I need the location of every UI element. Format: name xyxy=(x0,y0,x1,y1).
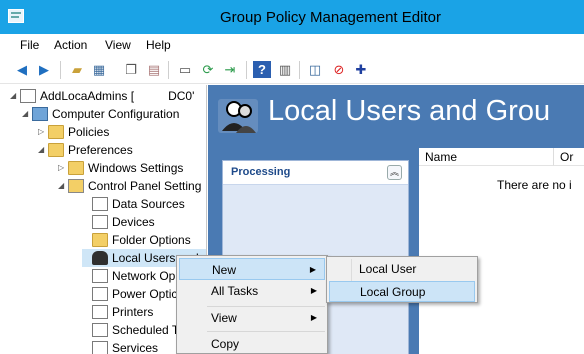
tree-node-power-options[interactable]: Power Optic xyxy=(82,285,177,303)
title-bar: Group Policy Management Editor xyxy=(0,0,584,34)
paste-icon[interactable]: ▤ xyxy=(145,61,163,78)
expander-icon[interactable]: ▷ xyxy=(58,159,68,177)
printer-icon xyxy=(92,305,108,319)
menu-file[interactable]: File xyxy=(20,38,39,52)
submenu-local-group[interactable]: Local Group xyxy=(329,281,475,302)
expander-icon[interactable]: ▷ xyxy=(38,123,48,141)
processing-header: Processing xyxy=(223,161,408,185)
context-menu: New ▶ All Tasks ▶ View ▶ Copy xyxy=(176,255,328,354)
tree-node-gpo[interactable]: ◢ AddLocaAdmins [DC0' xyxy=(10,87,194,105)
help-icon[interactable]: ? xyxy=(253,61,271,78)
context-menu-all-tasks[interactable]: All Tasks ▶ xyxy=(179,280,325,302)
column-header-name[interactable]: Name xyxy=(419,148,554,166)
toolbar: ◀ ▶ ▰ ▦ ❐ ▤ ▭ ⟳ ⇥ ? ▥ ◫ ⊘ ✚ xyxy=(0,56,584,84)
network-options-icon xyxy=(92,269,108,283)
refresh-icon[interactable]: ⟳ xyxy=(199,61,217,78)
column-header-order[interactable]: Or xyxy=(554,148,584,166)
submenu-arrow-icon: ▶ xyxy=(310,313,317,322)
control-panel-icon xyxy=(68,179,84,193)
tree-node-preferences[interactable]: ◢ Preferences xyxy=(38,141,133,159)
context-menu-copy[interactable]: Copy xyxy=(179,333,325,354)
up-folder-icon[interactable]: ▰ xyxy=(68,61,86,78)
show-hide-action-pane-icon[interactable]: ▥ xyxy=(276,61,294,78)
context-menu-view[interactable]: View ▶ xyxy=(179,307,325,329)
expander-icon[interactable]: ◢ xyxy=(22,105,32,123)
gpo-icon xyxy=(20,89,36,103)
tree-node-folder-options[interactable]: Folder Options xyxy=(82,231,191,249)
power-options-icon xyxy=(92,287,108,301)
tree-node-services[interactable]: Services xyxy=(82,339,158,354)
folder-options-icon xyxy=(92,233,108,247)
local-users-banner-icon xyxy=(218,99,258,133)
services-icon xyxy=(92,341,108,354)
tree-node-windows-settings[interactable]: ▷ Windows Settings xyxy=(58,159,183,177)
tree-node-control-panel-settings[interactable]: ◢ Control Panel Setting xyxy=(58,177,201,195)
properties-icon[interactable]: ◫ xyxy=(306,61,324,78)
local-users-icon xyxy=(92,251,108,265)
menu-bar: File Action View Help xyxy=(0,34,584,56)
folder-icon xyxy=(68,161,84,175)
folder-icon xyxy=(48,125,64,139)
folder-icon xyxy=(48,143,64,157)
show-hide-tree-icon[interactable]: ▦ xyxy=(90,61,108,78)
tree-node-data-sources[interactable]: Data Sources xyxy=(82,195,185,213)
data-sources-icon xyxy=(92,197,108,211)
context-menu-new[interactable]: New ▶ xyxy=(179,258,325,280)
menu-help[interactable]: Help xyxy=(146,38,171,52)
menu-action[interactable]: Action xyxy=(54,38,87,52)
new-submenu: Local User Local Group xyxy=(326,256,478,303)
items-list: Name Or There are no i xyxy=(419,148,584,354)
tree-node-scheduled-tasks[interactable]: Scheduled T xyxy=(82,321,179,339)
tree-node-network-options[interactable]: Network Op xyxy=(82,267,175,285)
scheduled-tasks-icon xyxy=(92,323,108,337)
forward-icon[interactable]: ▶ xyxy=(35,61,53,78)
window-title: Group Policy Management Editor xyxy=(220,9,441,26)
devices-icon xyxy=(92,215,108,229)
collapse-icon[interactable]: ︽ xyxy=(387,165,402,180)
print-icon[interactable]: ▭ xyxy=(176,61,194,78)
tree-node-computer-configuration[interactable]: ◢ Computer Configuration xyxy=(22,105,179,123)
submenu-arrow-icon: ▶ xyxy=(310,286,317,295)
submenu-arrow-icon: ▶ xyxy=(309,265,316,274)
computer-icon xyxy=(32,107,48,121)
back-icon[interactable]: ◀ xyxy=(13,61,31,78)
export-list-icon[interactable]: ⇥ xyxy=(221,61,239,78)
submenu-local-user[interactable]: Local User xyxy=(329,259,475,280)
expander-icon[interactable]: ◢ xyxy=(10,87,20,105)
add-item-icon[interactable]: ✚ xyxy=(352,61,370,78)
tree-node-devices[interactable]: Devices xyxy=(82,213,155,231)
tree-node-printers[interactable]: Printers xyxy=(82,303,153,321)
tree-node-policies[interactable]: ▷ Policies xyxy=(38,123,109,141)
menu-view[interactable]: View xyxy=(105,38,131,52)
expander-icon[interactable]: ◢ xyxy=(38,141,48,159)
banner-title: Local Users and Grou xyxy=(268,95,551,127)
disable-item-icon[interactable]: ⊘ xyxy=(330,61,348,78)
copy-icon[interactable]: ❐ xyxy=(122,61,140,78)
empty-list-message: There are no i xyxy=(497,178,572,192)
expander-icon[interactable]: ◢ xyxy=(58,177,68,195)
